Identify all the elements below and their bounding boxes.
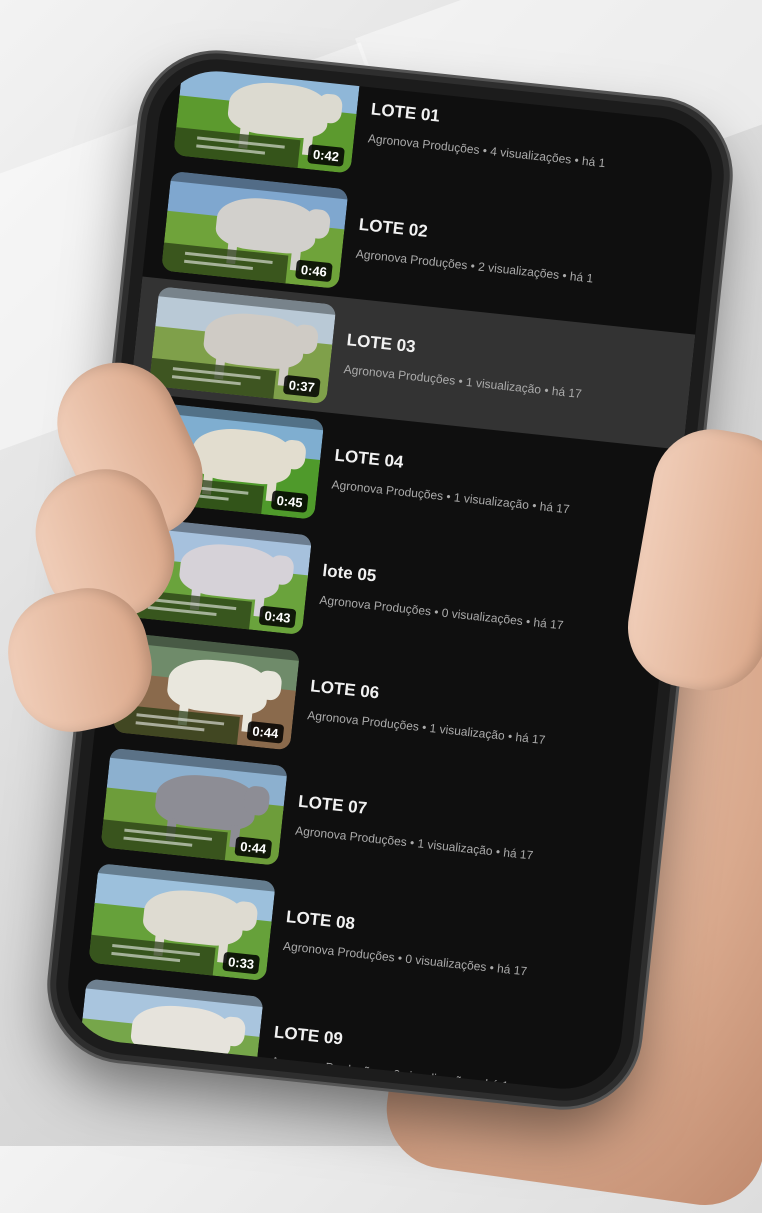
upload-age: há 1 (558, 268, 594, 286)
duration-badge: 0:33 (222, 951, 261, 975)
upload-age: há 17 (540, 383, 582, 401)
video-thumbnail[interactable]: 0:37 (148, 286, 337, 405)
upload-age: há 17 (528, 498, 570, 516)
upload-age: há 17 (522, 614, 564, 632)
upload-age: há 17 (492, 844, 534, 862)
bull-leg (141, 1048, 153, 1072)
video-meta: LOTE 02 Agronova Produções2 visualizaçõe… (355, 215, 597, 286)
view-count: 0 visualizações (430, 604, 523, 628)
duration-badge: 0:45 (270, 490, 309, 513)
channel-name[interactable]: Agronova Produções (319, 593, 432, 619)
thumbnail-info-overlay (76, 1050, 204, 1091)
view-count: 0 visualizações (382, 1066, 475, 1090)
video-thumbnail[interactable]: 0:42 (173, 65, 361, 174)
channel-name[interactable]: Agronova Produções (355, 247, 468, 273)
video-thumbnail[interactable]: 0:33 (88, 863, 276, 982)
channel-name[interactable]: Agronova Produções (270, 1054, 383, 1080)
duration-badge: 0:42 (307, 144, 345, 167)
overlay-line (99, 1067, 168, 1078)
video-meta: LOTE 08 Agronova Produções0 visualizaçõe… (282, 907, 531, 978)
upload-age: há 17 (486, 960, 528, 978)
video-meta: LOTE 03 Agronova Produções1 visualização… (343, 330, 586, 401)
view-count: 1 visualização (418, 720, 505, 743)
video-meta: LOTE 09 Agronova Produções0 visualizaçõe… (270, 1022, 512, 1093)
overlay-line (111, 952, 181, 963)
channel-name[interactable]: Agronova Produções (343, 362, 456, 388)
channel-name[interactable]: Agronova Produções (307, 708, 420, 734)
video-meta: LOTE 01 Agronova Produções4 visualizaçõe… (367, 99, 609, 170)
upload-age: há 1 (571, 153, 607, 171)
duration-badge: 0:44 (234, 836, 273, 860)
channel-name[interactable]: Agronova Produções (331, 477, 444, 503)
overlay-line (123, 837, 193, 848)
overlay-line (148, 606, 217, 617)
view-count: 1 visualização (442, 489, 529, 512)
duration-badge: 0:43 (258, 605, 297, 629)
overlay-line (172, 375, 241, 386)
view-count: 2 visualizações (467, 258, 560, 282)
upload-age: há 1 (474, 1076, 510, 1094)
upload-age: há 17 (504, 729, 546, 747)
video-meta: LOTE 04 Agronova Produções1 visualização… (331, 446, 574, 517)
view-count: 1 visualização (406, 835, 493, 858)
duration-badge: 0:44 (246, 720, 285, 744)
bull-leg (205, 1055, 217, 1079)
video-thumbnail[interactable]: 0:46 (161, 170, 349, 289)
overlay-line (196, 144, 265, 155)
video-meta: LOTE 06 Agronova Produções1 visualização… (307, 676, 550, 747)
channel-name[interactable]: Agronova Produções (282, 939, 395, 965)
overlay-line (135, 721, 205, 732)
video-meta: lote 05 Agronova Produções0 visualizaçõe… (319, 561, 568, 632)
video-thumbnail[interactable]: 0:44 (100, 747, 288, 866)
channel-name[interactable]: Agronova Produções (367, 131, 480, 157)
overlay-line (184, 260, 253, 271)
view-count: 4 visualizações (479, 143, 572, 167)
channel-name[interactable]: Agronova Produções (295, 824, 408, 850)
video-thumbnail[interactable] (76, 978, 264, 1095)
view-count: 1 visualização (455, 374, 542, 397)
duration-badge: 0:37 (282, 374, 321, 398)
video-meta: LOTE 07 Agronova Produções1 visualização… (295, 792, 538, 863)
view-count: 0 visualizações (394, 951, 487, 975)
overlay-line (100, 1059, 188, 1072)
duration-badge: 0:46 (294, 259, 333, 283)
